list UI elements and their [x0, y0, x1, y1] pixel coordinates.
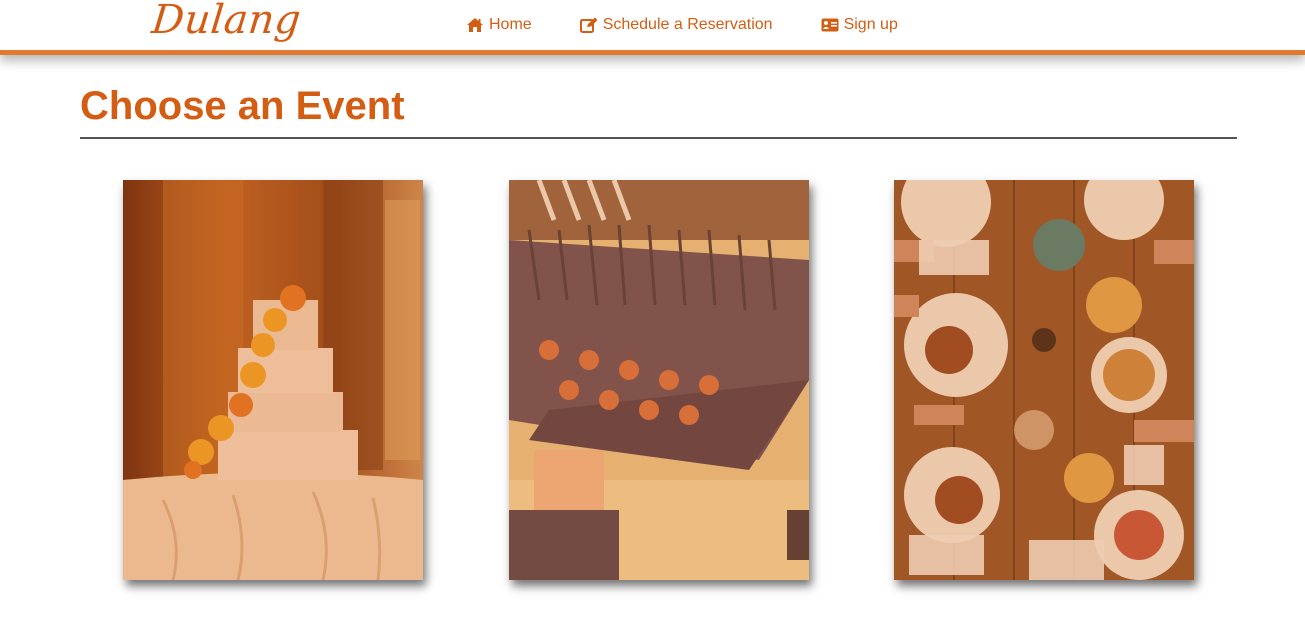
nav-reservation-link[interactable]: Schedule a Reservation [579, 15, 773, 35]
title-divider [80, 137, 1237, 139]
edit-icon [579, 17, 598, 33]
nav-home-label: Home [489, 16, 532, 33]
nav-reservation-label: Schedule a Reservation [602, 16, 773, 33]
nav-signup-label: Sign up [843, 16, 898, 33]
nav-signup-link[interactable]: Sign up [821, 15, 898, 35]
event-card-wedding-cake[interactable] [123, 180, 423, 580]
site-header: Dulang Home Schedule a Reservation Sign … [0, 0, 1305, 55]
brand-logo[interactable]: Dulang [150, 0, 304, 43]
id-card-icon [821, 18, 839, 32]
page-title: Choose an Event [80, 84, 405, 128]
event-card-brunch[interactable] [894, 180, 1194, 580]
event-card-catering[interactable] [509, 180, 809, 580]
main-nav: Home Schedule a Reservation Sign up [466, 15, 898, 35]
nav-home-link[interactable]: Home [466, 15, 532, 35]
home-icon [467, 18, 483, 32]
